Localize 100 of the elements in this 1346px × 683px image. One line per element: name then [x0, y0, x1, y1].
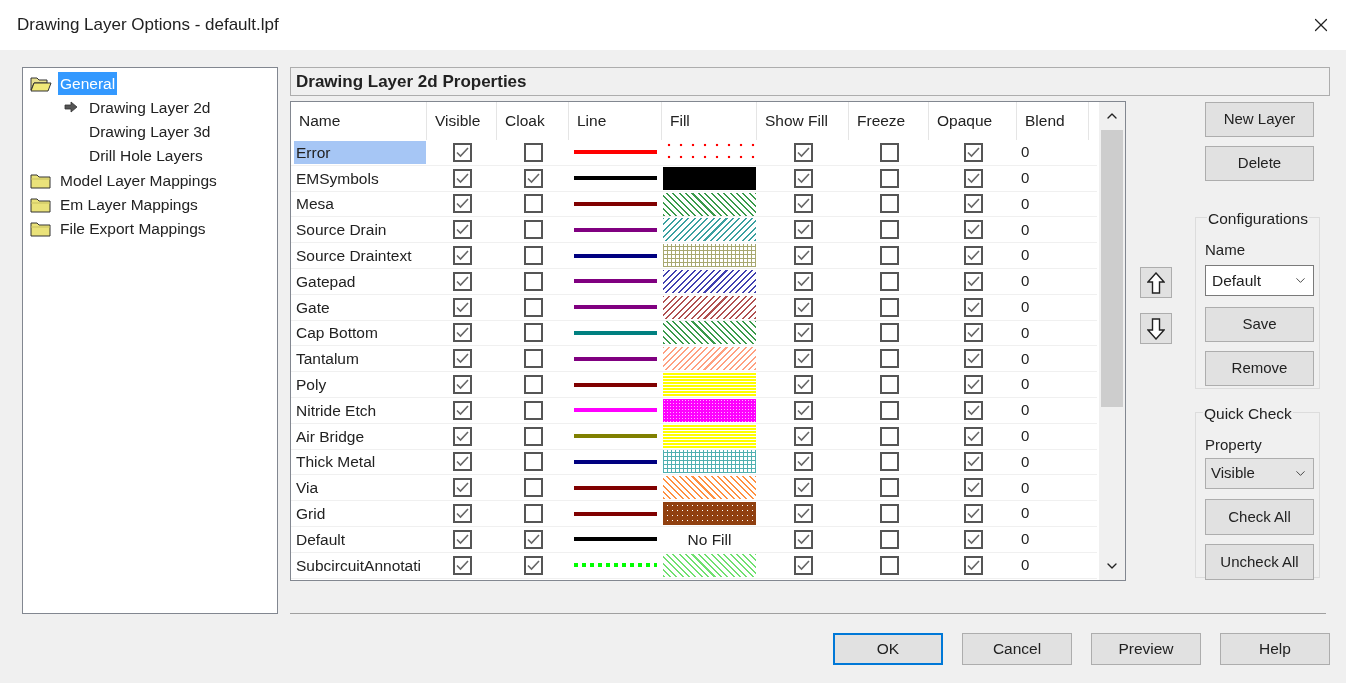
layer-name[interactable]: Gatepad	[294, 269, 426, 293]
column-header[interactable]: Show Fill	[765, 109, 828, 133]
property-dropdown[interactable]: Visible	[1205, 458, 1314, 489]
blend-value[interactable]: 0	[1021, 166, 1030, 190]
checkbox[interactable]	[523, 297, 543, 317]
checkbox[interactable]	[879, 220, 899, 240]
checkbox[interactable]	[452, 246, 472, 266]
tree-item[interactable]: Em Layer Mappings	[58, 193, 200, 217]
checkbox[interactable]	[793, 478, 813, 498]
checkbox[interactable]	[523, 220, 543, 240]
checkbox[interactable]	[879, 555, 899, 575]
dialog-button[interactable]: Help	[1220, 633, 1330, 665]
line-sample[interactable]	[574, 253, 657, 258]
checkbox[interactable]	[452, 452, 472, 472]
button[interactable]: Check All	[1205, 499, 1314, 535]
button[interactable]: Delete	[1205, 146, 1314, 181]
checkbox[interactable]	[452, 426, 472, 446]
layer-name[interactable]: Poly	[294, 373, 426, 397]
column-header[interactable]: Name	[299, 109, 341, 133]
checkbox[interactable]	[963, 400, 983, 420]
checkbox[interactable]	[879, 426, 899, 446]
checkbox[interactable]	[452, 323, 472, 343]
checkbox[interactable]	[793, 194, 813, 214]
column-header[interactable]: Freeze	[857, 109, 906, 133]
fill-sample[interactable]	[663, 166, 756, 190]
tree-item[interactable]: Drill Hole Layers	[87, 144, 205, 168]
dialog-button[interactable]: Preview	[1091, 633, 1201, 665]
checkbox[interactable]	[879, 246, 899, 266]
layer-name[interactable]: Source Drain	[294, 218, 426, 242]
checkbox[interactable]	[523, 323, 543, 343]
checkbox[interactable]	[452, 375, 472, 395]
layer-name[interactable]: EMSymbols	[294, 166, 426, 190]
blend-value[interactable]: 0	[1021, 192, 1030, 216]
checkbox[interactable]	[452, 504, 472, 524]
button[interactable]: Save	[1205, 307, 1314, 342]
blend-value[interactable]: 0	[1021, 373, 1030, 396]
checkbox[interactable]	[793, 375, 813, 395]
checkbox[interactable]	[793, 529, 813, 549]
move-down-button[interactable]	[1140, 313, 1172, 344]
checkbox[interactable]	[523, 555, 543, 575]
checkbox[interactable]	[793, 504, 813, 524]
checkbox[interactable]	[963, 452, 983, 472]
line-sample[interactable]	[574, 356, 657, 361]
blend-value[interactable]: 0	[1021, 476, 1030, 499]
checkbox[interactable]	[793, 142, 813, 162]
checkbox[interactable]	[793, 349, 813, 369]
layer-name[interactable]: SubcircuitAnnotati	[294, 553, 426, 577]
checkbox[interactable]	[452, 271, 472, 291]
column-header[interactable]: Fill	[670, 109, 690, 133]
fill-label[interactable]: No Fill	[687, 527, 732, 551]
checkbox[interactable]	[879, 400, 899, 420]
layer-name[interactable]: Error	[294, 140, 426, 164]
checkbox[interactable]	[963, 142, 983, 162]
checkbox[interactable]	[793, 452, 813, 472]
checkbox[interactable]	[523, 478, 543, 498]
checkbox[interactable]	[793, 220, 813, 240]
checkbox[interactable]	[523, 194, 543, 214]
checkbox[interactable]	[793, 297, 813, 317]
checkbox[interactable]	[879, 297, 899, 317]
line-sample[interactable]	[574, 459, 657, 464]
button[interactable]: Uncheck All	[1205, 544, 1314, 580]
checkbox[interactable]	[793, 555, 813, 575]
checkbox[interactable]	[963, 323, 983, 343]
line-sample[interactable]	[574, 176, 657, 181]
checkbox[interactable]	[793, 426, 813, 446]
checkbox[interactable]	[452, 400, 472, 420]
checkbox[interactable]	[963, 478, 983, 498]
line-sample[interactable]	[574, 227, 657, 232]
layer-name[interactable]: Air Bridge	[294, 424, 426, 448]
scrollbar-thumb[interactable]	[1101, 130, 1123, 407]
checkbox[interactable]	[879, 271, 899, 291]
line-sample[interactable]	[574, 537, 657, 542]
column-header[interactable]: Opaque	[937, 109, 993, 133]
layer-name[interactable]: Mesa	[294, 192, 426, 216]
line-sample[interactable]	[574, 382, 657, 387]
checkbox[interactable]	[879, 504, 899, 524]
checkbox[interactable]	[793, 271, 813, 291]
line-sample[interactable]	[574, 305, 657, 310]
checkbox[interactable]	[963, 555, 983, 575]
line-sample[interactable]	[574, 511, 657, 516]
blend-value[interactable]: 0	[1021, 295, 1030, 319]
checkbox[interactable]	[879, 529, 899, 549]
checkbox[interactable]	[963, 529, 983, 549]
name-dropdown[interactable]: Default	[1205, 265, 1314, 296]
blend-value[interactable]: 0	[1021, 141, 1030, 164]
layer-name[interactable]: Grid	[294, 502, 426, 526]
checkbox[interactable]	[452, 555, 472, 575]
checkbox[interactable]	[879, 142, 899, 162]
scrollbar[interactable]	[1099, 102, 1125, 580]
checkbox[interactable]	[452, 142, 472, 162]
dialog-button[interactable]: OK	[833, 633, 943, 665]
checkbox[interactable]	[523, 529, 543, 549]
blend-value[interactable]: 0	[1021, 424, 1030, 448]
checkbox[interactable]	[793, 323, 813, 343]
blend-value[interactable]: 0	[1021, 218, 1030, 242]
move-up-button[interactable]	[1140, 267, 1172, 298]
column-header[interactable]: Line	[577, 109, 607, 133]
checkbox[interactable]	[879, 478, 899, 498]
checkbox[interactable]	[879, 375, 899, 395]
blend-value[interactable]: 0	[1021, 244, 1030, 267]
